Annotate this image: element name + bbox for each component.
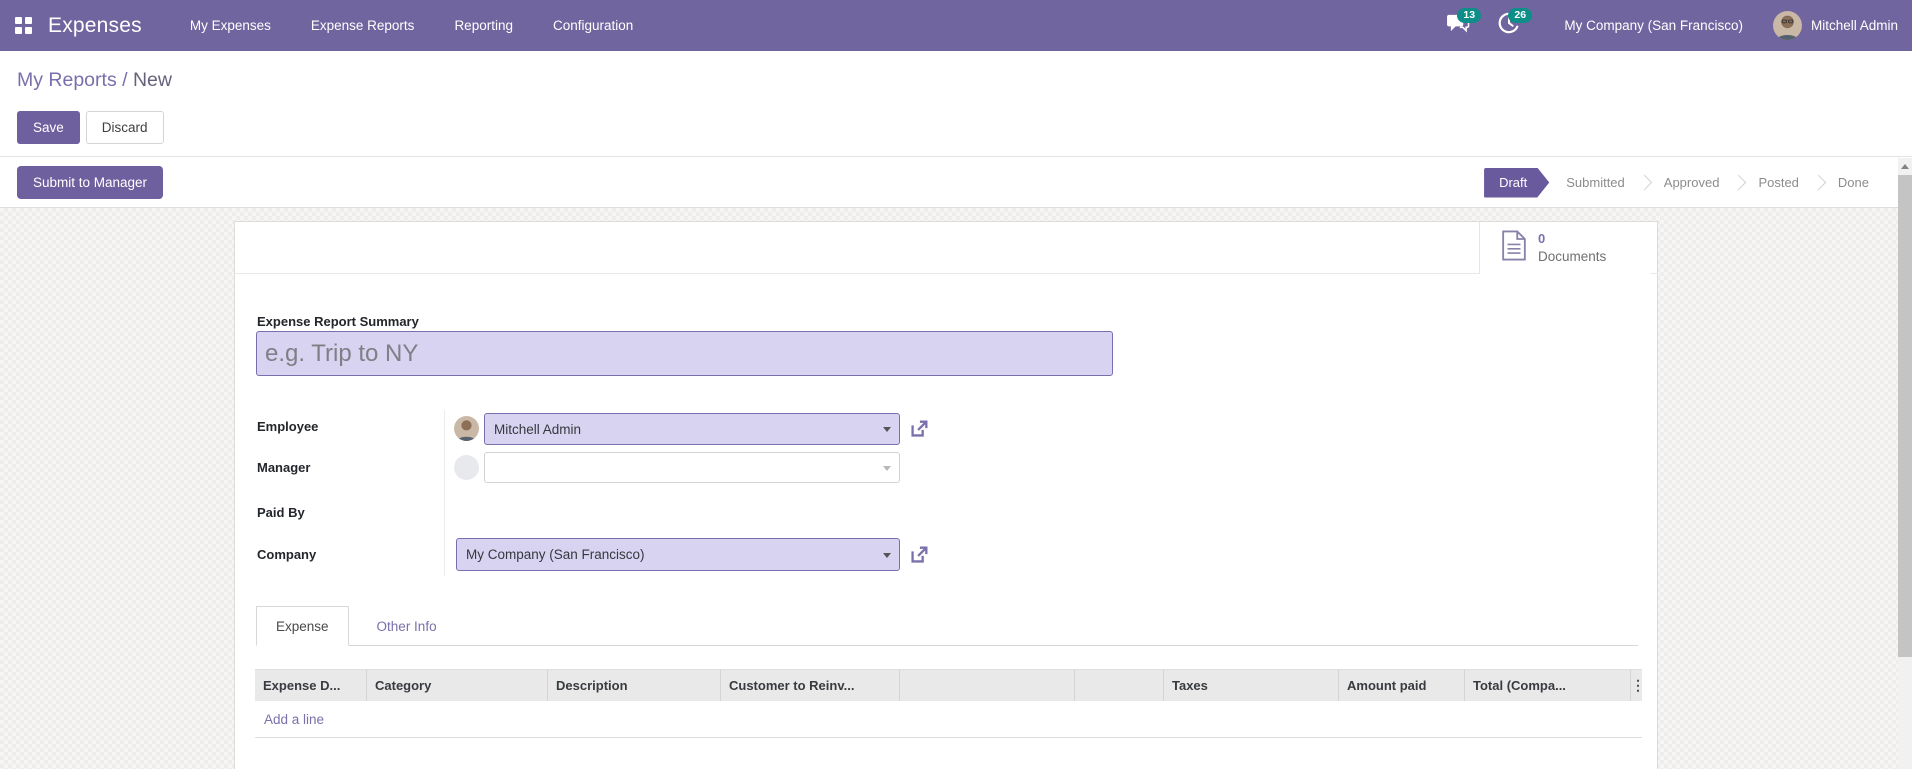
employee-input[interactable] <box>484 413 900 445</box>
document-icon <box>1501 230 1527 266</box>
status-step-submitted[interactable]: Submitted <box>1553 168 1638 198</box>
employee-dropdown-caret-icon[interactable] <box>883 427 891 432</box>
user-avatar <box>1772 11 1802 40</box>
vertical-scrollbar[interactable] <box>1898 158 1912 769</box>
manager-avatar-placeholder <box>454 455 479 480</box>
column-header-blank-1 <box>900 670 1075 701</box>
scrollbar-up-arrow[interactable] <box>1898 158 1912 175</box>
column-header-blank-2 <box>1075 670 1164 701</box>
optional-columns-toggle-icon[interactable]: ⋮ <box>1631 670 1642 701</box>
company-input[interactable] <box>456 538 900 571</box>
notebook-tabs: Expense Other Info <box>256 606 456 646</box>
top-navbar: Expenses My Expenses Expense Reports Rep… <box>0 0 1912 51</box>
submit-to-manager-button[interactable]: Submit to Manager <box>17 166 164 199</box>
status-step-approved[interactable]: Approved <box>1651 168 1733 198</box>
status-step-draft[interactable]: Draft <box>1484 168 1549 198</box>
activities-button[interactable]: 26 <box>1484 0 1534 51</box>
employee-external-link-icon[interactable] <box>908 418 930 440</box>
company-external-link-icon[interactable] <box>908 544 930 566</box>
messages-button[interactable]: 13 <box>1433 0 1484 51</box>
status-chevron-icon <box>1810 174 1827 191</box>
activities-count-badge: 26 <box>1508 8 1533 23</box>
column-header-total-company[interactable]: Total (Compa... <box>1465 670 1631 701</box>
expense-lines-add-row: Add a line <box>255 701 1642 738</box>
column-header-expense-date[interactable]: Expense D... <box>255 670 367 701</box>
documents-stat-button[interactable]: 0 Documents <box>1479 222 1650 274</box>
control-panel: My Reports / New Save Discard <box>0 51 1912 157</box>
nav-item-configuration[interactable]: Configuration <box>533 0 653 51</box>
column-header-description[interactable]: Description <box>548 670 721 701</box>
nav-item-expense-reports[interactable]: Expense Reports <box>291 0 435 51</box>
form-statusbar: Submit to Manager Draft Submitted Approv… <box>0 158 1912 208</box>
app-brand[interactable]: Expenses <box>48 14 142 38</box>
save-button[interactable]: Save <box>17 111 80 144</box>
column-header-taxes[interactable]: Taxes <box>1164 670 1339 701</box>
tab-expense[interactable]: Expense <box>256 606 349 646</box>
nav-item-my-expenses[interactable]: My Expenses <box>170 0 291 51</box>
breadcrumb: My Reports / New <box>17 69 172 92</box>
manager-input[interactable] <box>484 452 900 483</box>
messages-count-badge: 13 <box>1457 8 1482 23</box>
user-name: Mitchell Admin <box>1810 18 1898 33</box>
column-header-amount-paid[interactable]: Amount paid <box>1339 670 1465 701</box>
breadcrumb-current: New <box>132 69 172 91</box>
company-label: Company <box>257 547 317 562</box>
summary-label: Expense Report Summary <box>257 314 419 329</box>
manager-dropdown-caret-icon[interactable] <box>883 465 891 471</box>
apps-menu-button[interactable] <box>0 0 46 51</box>
manager-label: Manager <box>257 460 311 475</box>
discard-button[interactable]: Discard <box>85 111 164 144</box>
control-panel-buttons: Save Discard <box>17 111 164 144</box>
expense-lines-header: Expense D... Category Description Custom… <box>255 669 1642 701</box>
status-step-posted[interactable]: Posted <box>1745 168 1811 198</box>
employee-label: Employee <box>257 419 319 434</box>
column-header-category[interactable]: Category <box>367 670 548 701</box>
expense-report-summary-input[interactable] <box>256 331 1113 376</box>
documents-label: Documents <box>1538 248 1607 264</box>
documents-count: 0 <box>1538 231 1546 247</box>
add-a-line-link[interactable]: Add a line <box>255 712 324 727</box>
user-menu[interactable]: Mitchell Admin <box>1769 0 1912 51</box>
paid-by-label: Paid By <box>257 505 305 520</box>
group-divider <box>444 410 445 576</box>
company-dropdown-caret-icon[interactable] <box>883 552 891 558</box>
status-chevron-icon <box>1636 174 1653 191</box>
nav-menus: My Expenses Expense Reports Reporting Co… <box>170 0 653 51</box>
column-header-customer-to-reinvoice[interactable]: Customer to Reinv... <box>721 670 900 701</box>
tab-other-info[interactable]: Other Info <box>358 606 456 646</box>
breadcrumb-separator: / <box>116 69 133 91</box>
form-sheet: 0 Documents Expense Report Summary Emplo… <box>234 221 1658 769</box>
tabs-underline <box>256 645 1638 646</box>
button-box-strip: 0 Documents <box>235 222 1657 274</box>
employee-avatar <box>454 416 479 441</box>
nav-item-reporting[interactable]: Reporting <box>434 0 533 51</box>
navbar-right: 13 26 My Company (San Francisco) Mitchel… <box>1433 0 1912 51</box>
status-steps: Draft Submitted Approved Posted Done <box>1484 168 1882 198</box>
scrollbar-thumb[interactable] <box>1898 175 1912 657</box>
company-switcher[interactable]: My Company (San Francisco) <box>1534 0 1769 51</box>
breadcrumb-link-my-reports[interactable]: My Reports <box>17 69 117 91</box>
status-chevron-icon <box>1731 174 1747 191</box>
apps-grid-icon <box>14 17 32 34</box>
status-step-done[interactable]: Done <box>1825 168 1882 198</box>
